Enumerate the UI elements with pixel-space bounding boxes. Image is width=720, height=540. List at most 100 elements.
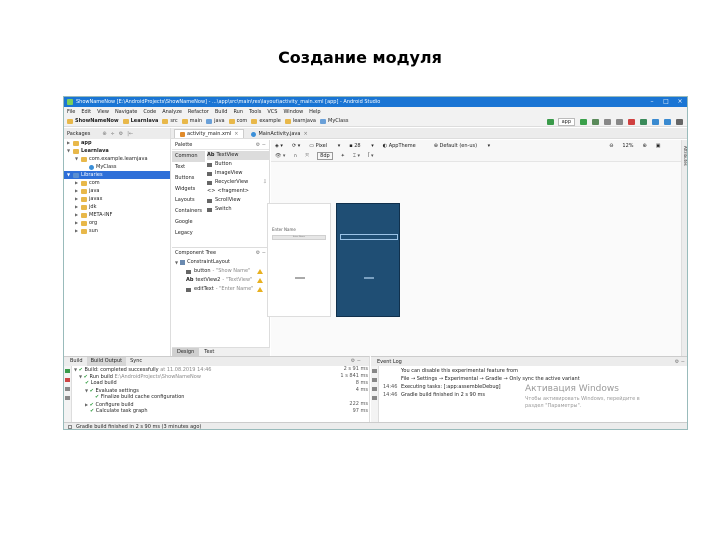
palette-gear-icon[interactable]: ⚙ − — [256, 142, 266, 148]
tree-item[interactable]: MyClass — [64, 163, 170, 171]
tree-item[interactable]: ▶ jdk — [64, 203, 170, 211]
palette-item[interactable]: Switch — [207, 205, 269, 214]
component-tree-gear-icon[interactable]: ⚙ − — [256, 250, 266, 256]
maximize-button[interactable]: □ — [659, 97, 673, 107]
palette-item[interactable]: Button — [207, 160, 269, 169]
menu-help[interactable]: Help — [309, 109, 320, 115]
hide-panel-icon[interactable]: |← — [127, 131, 133, 137]
design-preview[interactable]: Enter Name Enter Name — [267, 203, 331, 317]
menu-build[interactable]: Build — [215, 109, 228, 115]
component-item[interactable]: button - "Show Name" — [172, 267, 269, 276]
palette-item[interactable]: Ab TextView — [207, 151, 269, 160]
wrap-icon[interactable] — [372, 387, 377, 391]
build-hammer-icon[interactable] — [546, 119, 554, 125]
sdk-manager-icon[interactable] — [664, 119, 671, 125]
preview-input[interactable]: Enter Name — [272, 235, 326, 240]
collapse-all-icon[interactable]: ⊕ — [102, 131, 106, 137]
zoom-out-icon[interactable]: ⊖ — [609, 143, 613, 149]
magnet-icon[interactable]: ∩ — [293, 153, 297, 159]
sync-icon[interactable] — [640, 119, 647, 125]
build-row[interactable]: ▼ ✔ Build: completed successfully at 11.… — [74, 366, 368, 373]
guidelines-icon[interactable]: ⌶ ▾ — [353, 153, 360, 159]
palette-item[interactable]: ScrollView — [207, 196, 269, 205]
default-margin-select[interactable]: 8dp — [317, 152, 333, 160]
palette-category[interactable]: Widgets — [172, 184, 205, 195]
align-icon[interactable]: Ī ▾ — [368, 153, 374, 159]
menu-file[interactable]: File — [67, 109, 75, 115]
tree-item[interactable]: ▶ sun — [64, 227, 170, 235]
apply-changes-icon[interactable] — [616, 119, 623, 125]
component-item[interactable]: editText - "Enter Name" — [172, 285, 269, 294]
tool-windows-icon[interactable] — [68, 425, 72, 429]
profile-icon[interactable] — [604, 119, 611, 125]
gear-icon[interactable]: ⚙ — [119, 131, 123, 137]
project-view-select[interactable]: Packages — [67, 131, 90, 137]
breadcrumb-project[interactable]: ShowNameNow — [67, 118, 119, 124]
tree-item[interactable]: ▼ Learnlava — [64, 147, 170, 155]
tab-main-activity[interactable]: MainActivity.java × — [246, 130, 312, 138]
clear-icon[interactable] — [372, 396, 377, 400]
breadcrumb-java[interactable]: java — [206, 118, 225, 124]
mark-read-icon[interactable] — [372, 378, 377, 382]
minimize-button[interactable]: – — [645, 97, 659, 107]
build-gear-icon[interactable]: ⚙ − — [347, 357, 365, 366]
run-icon[interactable] — [580, 119, 587, 125]
build-row[interactable]: ▼ ✔ Run build E:\AndroidProjects\ShowNam… — [74, 373, 368, 380]
tree-item[interactable]: ▶ javax — [64, 195, 170, 203]
tree-item[interactable]: ▼ com.example.learnjava — [64, 155, 170, 163]
expand-icon[interactable] — [65, 387, 70, 391]
menu-run[interactable]: Run — [233, 109, 243, 115]
debug-icon[interactable] — [592, 119, 599, 125]
search-icon[interactable] — [676, 119, 683, 125]
infer-constraints-icon[interactable]: ✦ — [341, 153, 345, 159]
tree-item[interactable]: ▶ app — [64, 139, 170, 147]
breadcrumb-learnjava[interactable]: learnjava — [284, 118, 316, 124]
palette-item[interactable]: <> <fragment> — [207, 187, 269, 196]
download-icon[interactable]: ⇩ — [263, 178, 267, 187]
locale-select[interactable]: ⊕ Default (en-us) ▾ — [434, 143, 490, 149]
tab-build-output[interactable]: Build Output — [86, 357, 127, 366]
api-select[interactable]: ▪ 28 ▾ — [349, 143, 373, 149]
tab-activity-main[interactable]: activity_main.xml × — [174, 129, 245, 138]
avd-manager-icon[interactable] — [652, 119, 659, 125]
clear-constraints-icon[interactable]: ⤧ — [305, 153, 309, 159]
design-surface-icon[interactable]: ◈ ▾ — [275, 143, 283, 149]
menu-navigate[interactable]: Navigate — [115, 109, 137, 115]
device-select[interactable]: ▭ Pixel ▾ — [309, 143, 340, 149]
breadcrumb-com[interactable]: com — [228, 118, 247, 124]
chevron-down-icon[interactable]: ▼ — [175, 258, 178, 267]
menu-refactor[interactable]: Refactor — [188, 109, 209, 115]
palette-item[interactable]: ImageView — [207, 169, 269, 178]
tree-item-selected[interactable]: ▼ Libraries — [64, 171, 170, 179]
menu-vcs[interactable]: VCS — [267, 109, 277, 115]
tab-build[interactable]: Build — [66, 357, 87, 366]
build-row[interactable]: ✔ Finalize build cache configuration — [74, 394, 368, 401]
tab-sync[interactable]: Sync — [126, 357, 146, 366]
palette-category[interactable]: Layouts — [172, 195, 205, 206]
zoom-fit-icon[interactable]: ▣ — [656, 143, 661, 149]
breadcrumb-myclass[interactable]: MyClass — [320, 118, 348, 124]
run-config-select[interactable]: app — [557, 118, 575, 126]
blueprint-preview[interactable] — [336, 203, 400, 317]
tree-item[interactable]: ▶ org — [64, 219, 170, 227]
menu-window[interactable]: Window — [283, 109, 303, 115]
palette-category[interactable]: Legacy — [172, 228, 205, 239]
build-row[interactable]: ▼ ✔ Evaluate settings 4 ms — [74, 387, 368, 394]
warning-icon[interactable] — [257, 278, 263, 283]
build-row[interactable]: ▶ ✔ Configure build 222 ms — [74, 401, 368, 408]
breadcrumb-main[interactable]: main — [181, 118, 202, 124]
tree-item[interactable]: ▶ com — [64, 179, 170, 187]
warning-icon[interactable] — [257, 287, 263, 292]
pin-icon[interactable] — [65, 396, 70, 400]
event-log-gear-icon[interactable]: ⚙ − — [675, 359, 685, 365]
menu-edit[interactable]: Edit — [81, 109, 91, 115]
settings-icon[interactable] — [372, 369, 377, 373]
breadcrumb-example[interactable]: example — [251, 118, 281, 124]
close-tab-icon[interactable]: × — [303, 131, 307, 137]
palette-category[interactable]: Common — [172, 151, 205, 162]
palette-category[interactable]: Containers — [172, 206, 205, 217]
warning-icon[interactable] — [257, 269, 263, 274]
palette-category[interactable]: Google — [172, 217, 205, 228]
palette-category[interactable]: Buttons — [172, 173, 205, 184]
theme-select[interactable]: ◐ AppTheme — [383, 143, 425, 149]
